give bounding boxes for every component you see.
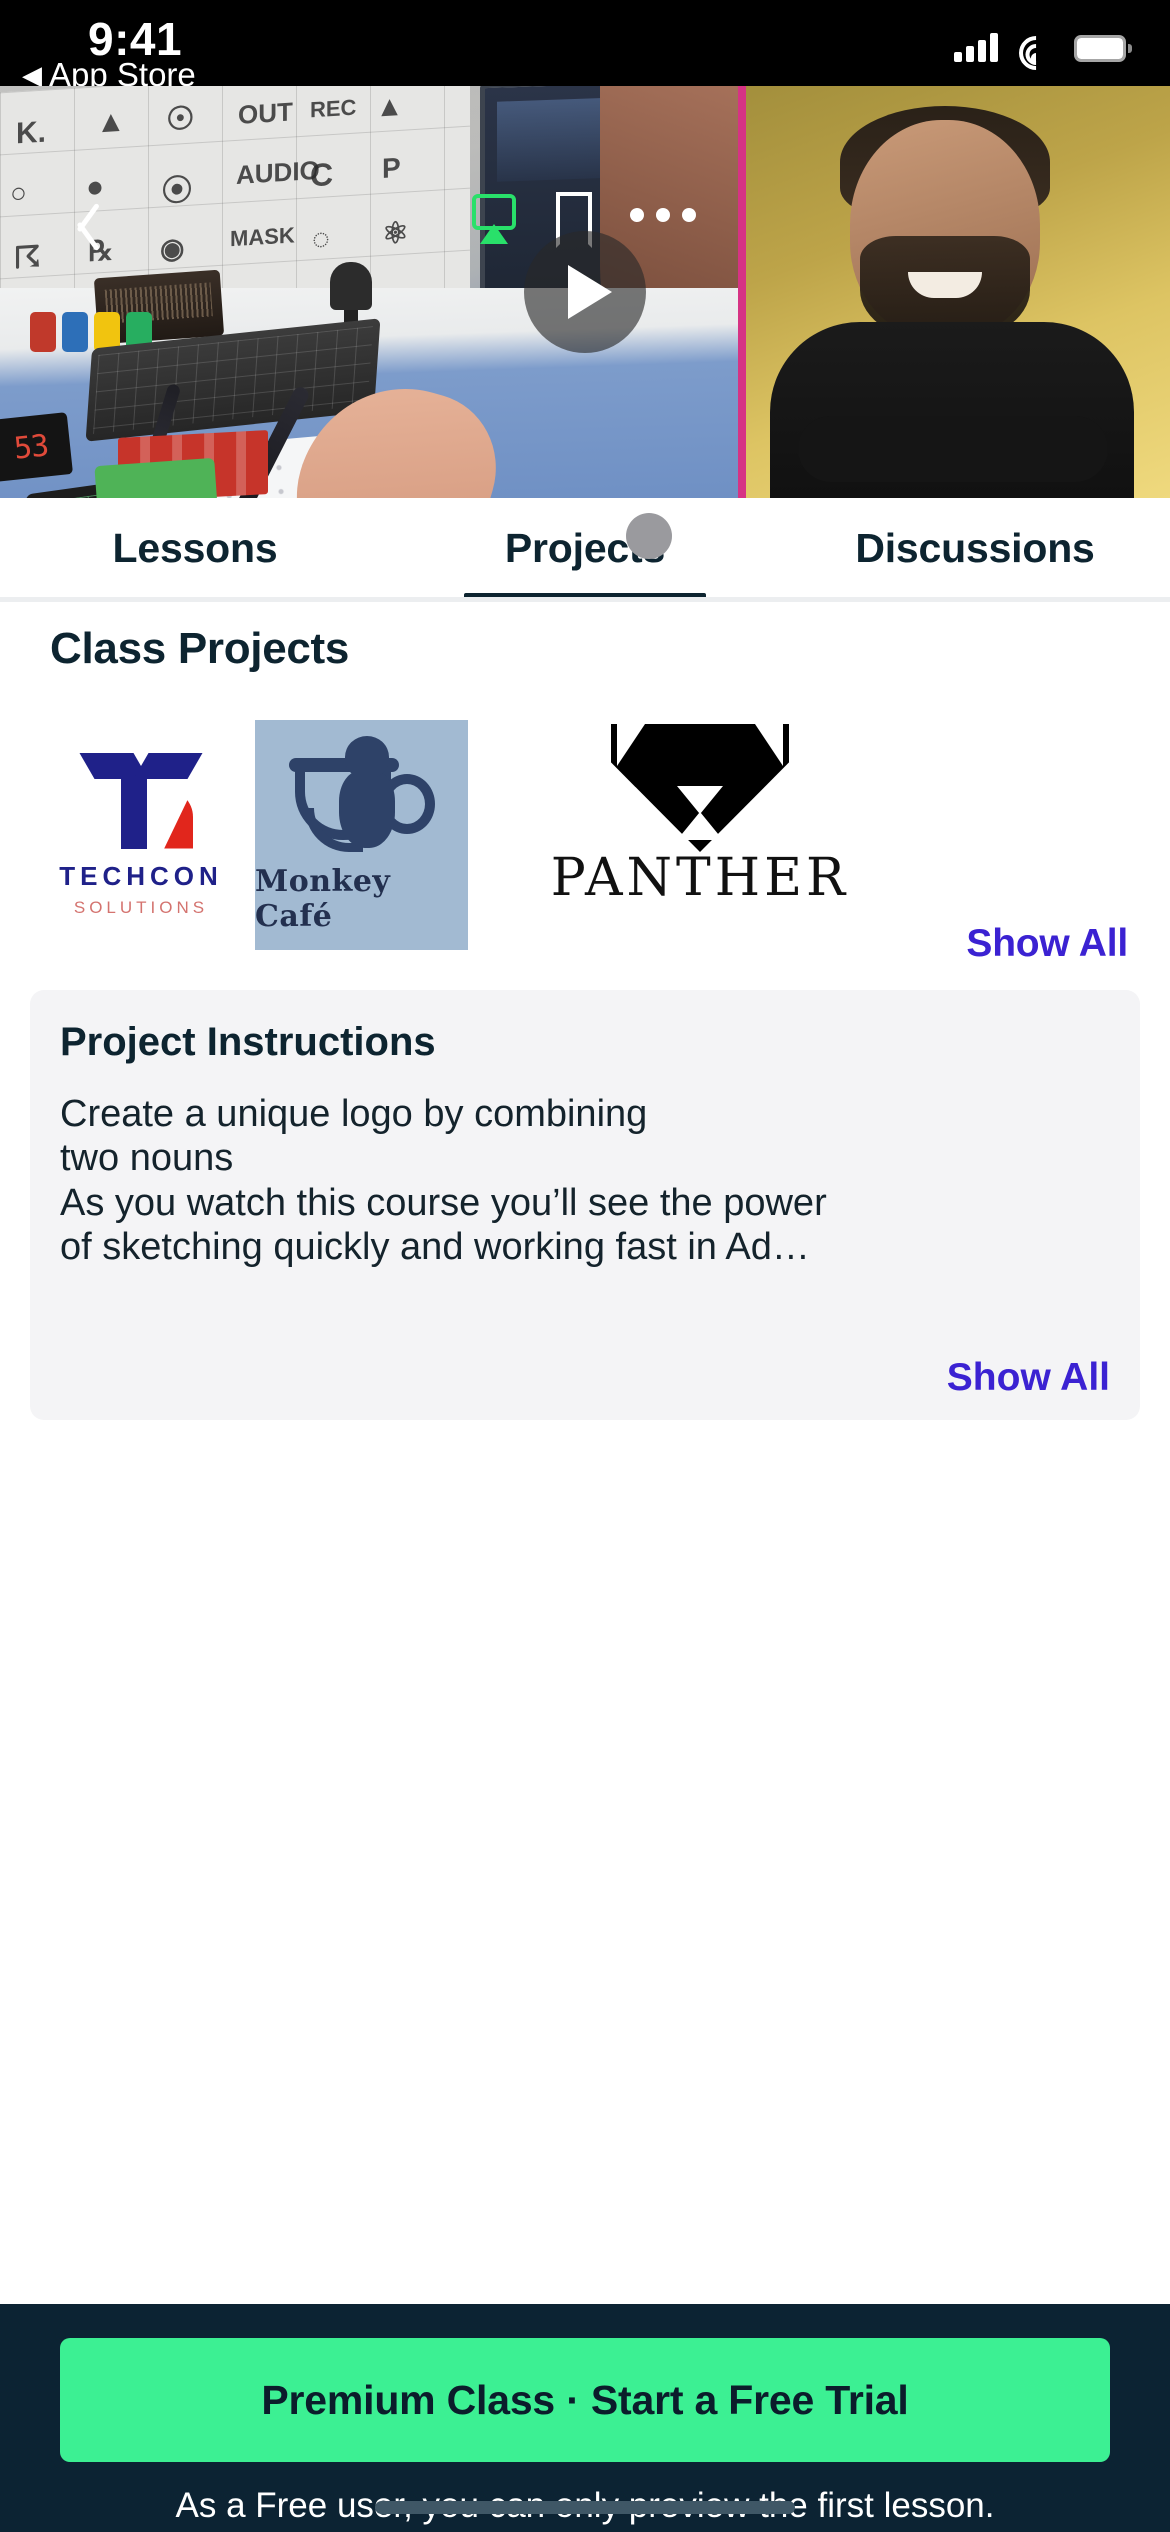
home-indicator[interactable] bbox=[375, 2501, 795, 2514]
panther-head-mark-icon bbox=[611, 724, 789, 852]
signal-bars-icon bbox=[954, 32, 998, 62]
project-subtitle-techcon: SOLUTIONS bbox=[73, 897, 209, 917]
tab-lessons-label: Lessons bbox=[112, 524, 278, 571]
show-all-instructions-link[interactable]: Show All bbox=[947, 1356, 1110, 1400]
project-thumbnail-list: TECHCON SOLUTIONS Monkey Café PANTHER bbox=[0, 720, 1170, 950]
monkey-cup-mark-icon bbox=[287, 736, 437, 856]
play-triangle-icon bbox=[568, 265, 612, 319]
instructions-body: Create a unique logo by combining two no… bbox=[60, 1092, 1110, 1270]
project-card-techcon[interactable]: TECHCON SOLUTIONS bbox=[30, 720, 252, 950]
status-bar: 9:41 ◀ App Store bbox=[0, 0, 1170, 93]
bottom-cta-bar: Premium Class · Start a Free Trial As a … bbox=[0, 2304, 1170, 2532]
tab-projects[interactable]: Projects bbox=[390, 498, 780, 603]
status-bar-indicators bbox=[954, 20, 1132, 78]
wifi-icon bbox=[1011, 28, 1061, 78]
desk-clock: 53 bbox=[0, 412, 74, 482]
desk-microphone bbox=[330, 262, 372, 336]
play-button[interactable] bbox=[524, 231, 646, 353]
content-tabs: Lessons Projects Discussions bbox=[0, 498, 1170, 603]
touch-indicator bbox=[626, 513, 672, 559]
back-caret-icon: ◀ bbox=[22, 60, 42, 90]
project-name-monkey-cafe: Monkey Café bbox=[255, 864, 391, 934]
video-frame-right bbox=[746, 86, 1170, 498]
tab-discussions-label: Discussions bbox=[855, 524, 1095, 571]
show-all-projects-link[interactable]: Show All bbox=[966, 922, 1128, 966]
instructions-line-3: As you watch this course you’ll see the … bbox=[60, 1181, 827, 1224]
projects-panel: Class Projects TECHCON SOLUTIONS Monkey … bbox=[0, 602, 1170, 2304]
instructions-title: Project Instructions bbox=[60, 1020, 436, 1064]
video-player[interactable]: K. ▲ ☉ OUT REC ▴ ○ ● ⦿ AUDIO C P ☈ ℞ ◉ M… bbox=[0, 86, 1170, 498]
project-card-monkey-cafe[interactable]: Monkey Café bbox=[255, 720, 468, 950]
project-name-techcon: TECHCON bbox=[59, 860, 223, 891]
green-pad bbox=[94, 457, 218, 498]
start-free-trial-button[interactable]: Premium Class · Start a Free Trial bbox=[60, 2338, 1110, 2462]
instructions-line-4: of sketching quickly and working fast in… bbox=[60, 1226, 810, 1269]
page-title: Class Projects bbox=[50, 624, 350, 673]
more-horizontal-icon[interactable] bbox=[630, 208, 696, 222]
t-swoosh-mark-icon bbox=[79, 752, 203, 849]
chevron-left-icon[interactable] bbox=[52, 196, 108, 252]
project-card-panther[interactable]: PANTHER bbox=[480, 720, 920, 950]
project-instructions-card: Project Instructions Create a unique log… bbox=[30, 990, 1140, 1420]
project-name-panther: PANTHER bbox=[550, 848, 850, 908]
battery-full-icon bbox=[1074, 35, 1132, 62]
app-screen: 9:41 ◀ App Store K. ▲ ☉ OUT REC ▴ ○ ● ⦿ … bbox=[0, 0, 1170, 2532]
instructions-line-2: two nouns bbox=[60, 1137, 234, 1180]
tab-discussions[interactable]: Discussions bbox=[780, 498, 1170, 598]
instructions-line-1: Create a unique logo by combining bbox=[60, 1093, 648, 1135]
frame-divider bbox=[738, 86, 746, 498]
tab-lessons[interactable]: Lessons bbox=[0, 498, 390, 598]
instructor-arms bbox=[798, 416, 1108, 482]
airplay-icon[interactable] bbox=[472, 194, 516, 244]
